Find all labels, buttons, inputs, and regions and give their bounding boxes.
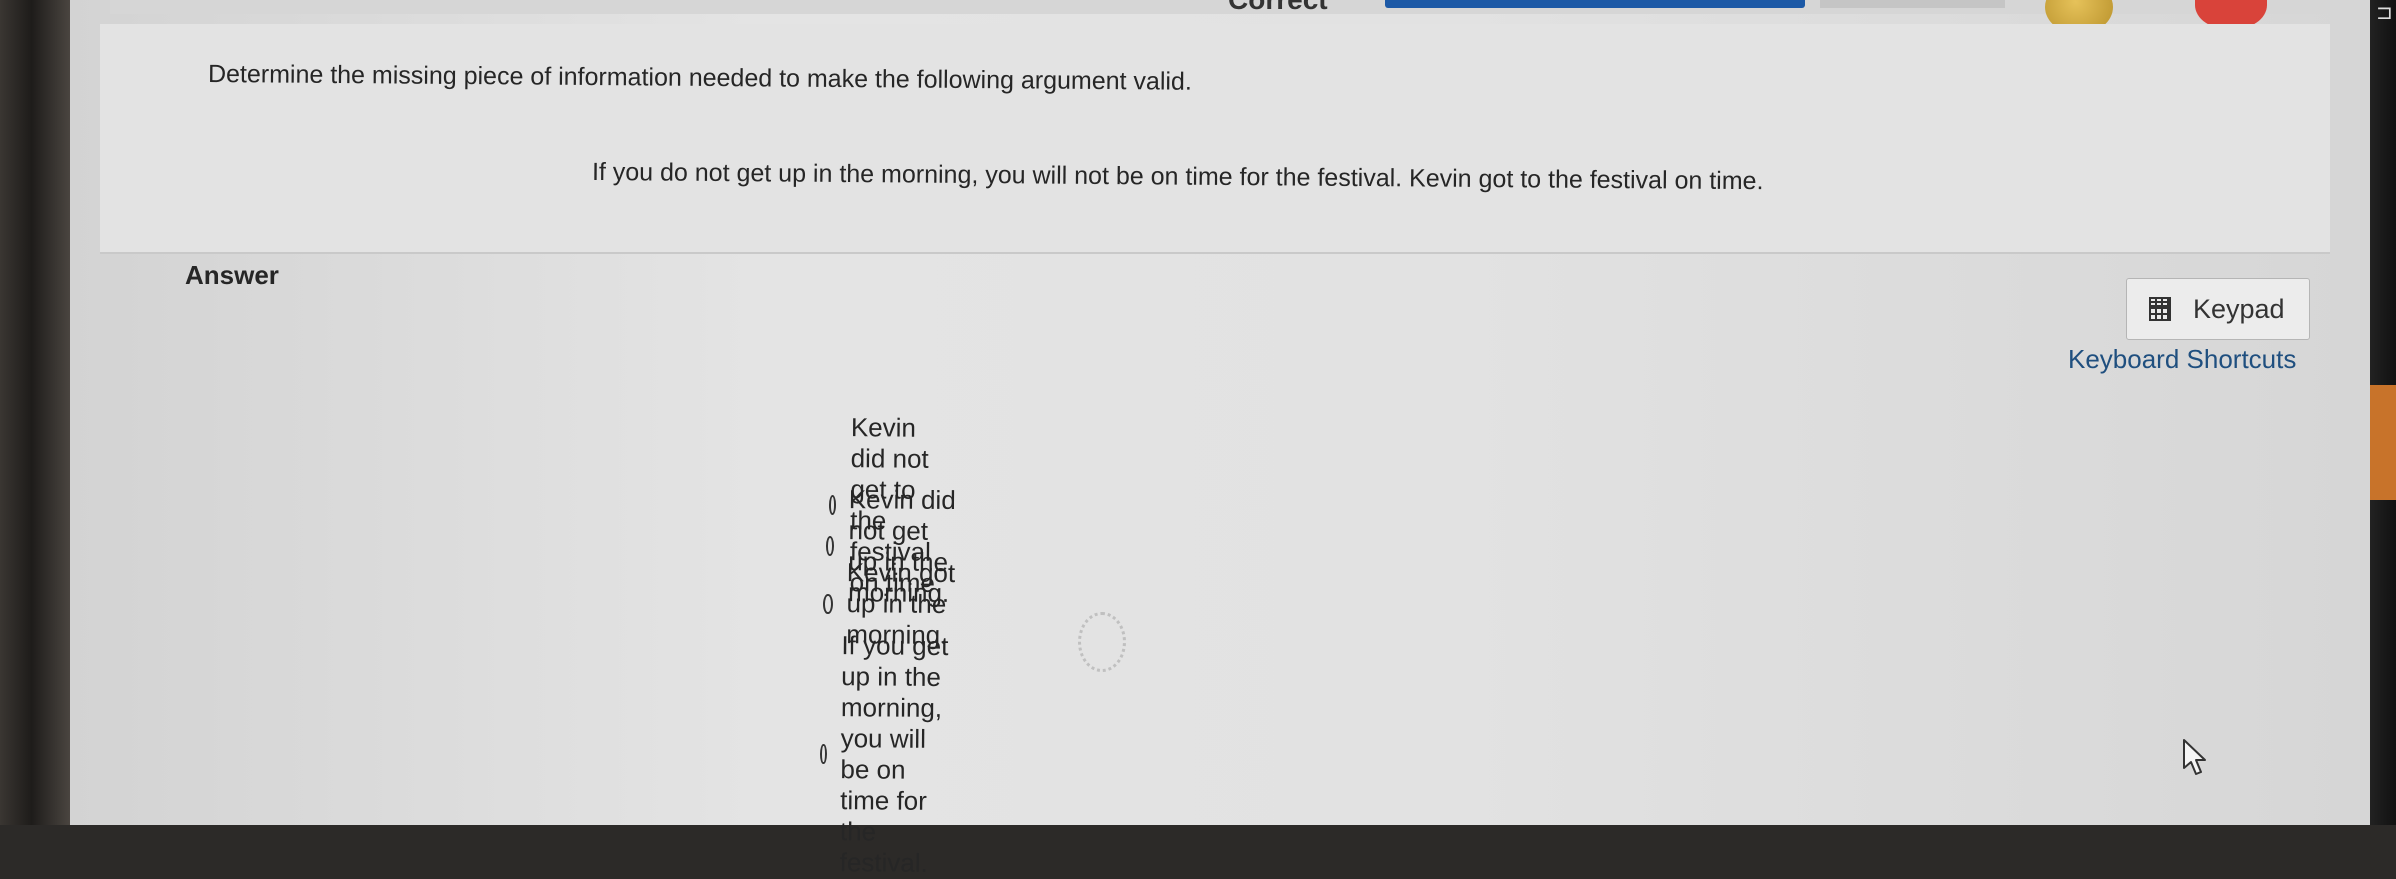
radio-icon[interactable] [822,593,833,614]
radio-icon[interactable] [819,744,827,765]
keypad-button[interactable]: Keypad [2126,278,2310,340]
mouse-pointer-icon [2183,739,2206,775]
keyboard-shortcuts-link[interactable]: Keyboard Shortcuts [2068,344,2296,375]
answer-label: Answer [185,260,279,290]
progress-bar [1385,0,1805,8]
status-text: Correct [1228,0,1328,16]
answer-option-4[interactable]: If you get up in the morning, you will b… [819,630,956,879]
device-bezel-right: ⊐ [2370,0,2396,825]
keypad-label: Keypad [2193,293,2285,324]
edge-glyph: ⊐ [2376,0,2393,24]
progress-track [1820,0,2005,8]
screen-smudge [1078,612,1126,672]
question-panel [100,24,2330,254]
edge-tab [2370,385,2396,500]
calculator-icon [2149,297,2171,321]
option-label: If you get up in the morning, you will b… [839,630,949,878]
device-bezel-left [0,0,70,825]
radio-icon[interactable] [825,536,835,557]
